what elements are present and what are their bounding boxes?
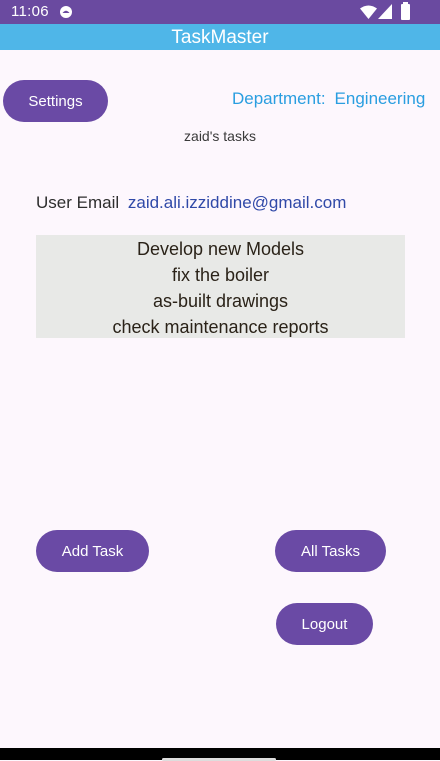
department-info: Department: Engineering [232, 89, 425, 109]
department-value: Engineering [334, 89, 426, 108]
task-item[interactable]: as-built drawings [36, 288, 405, 314]
user-email-row: User Email zaid.ali.izziddine@gmail.com [36, 193, 346, 213]
all-tasks-button[interactable]: All Tasks [275, 530, 386, 572]
tasks-header: zaid's tasks [184, 128, 256, 144]
add-task-button[interactable]: Add Task [36, 530, 149, 572]
signal-icon [378, 4, 392, 19]
department-label: Department: [232, 89, 326, 108]
task-item[interactable]: Develop new Models [36, 236, 405, 262]
app-bar: TaskMaster [0, 24, 440, 50]
app-notification-icon [60, 6, 72, 18]
task-list: Develop new Models fix the boiler as-bui… [36, 235, 405, 338]
task-item[interactable]: check maintenance reports [36, 314, 405, 340]
wifi-icon [360, 5, 377, 19]
status-time: 11:06 [11, 3, 49, 20]
status-bar: 11:06 [0, 0, 440, 24]
navigation-bar [0, 748, 440, 761]
battery-icon [401, 2, 410, 20]
task-item[interactable]: fix the boiler [36, 262, 405, 288]
logout-button[interactable]: Logout [276, 603, 373, 645]
settings-button[interactable]: Settings [3, 80, 108, 122]
user-email-value: zaid.ali.izziddine@gmail.com [127, 193, 347, 212]
app-title: TaskMaster [171, 27, 269, 48]
user-email-label: User Email [36, 193, 120, 212]
